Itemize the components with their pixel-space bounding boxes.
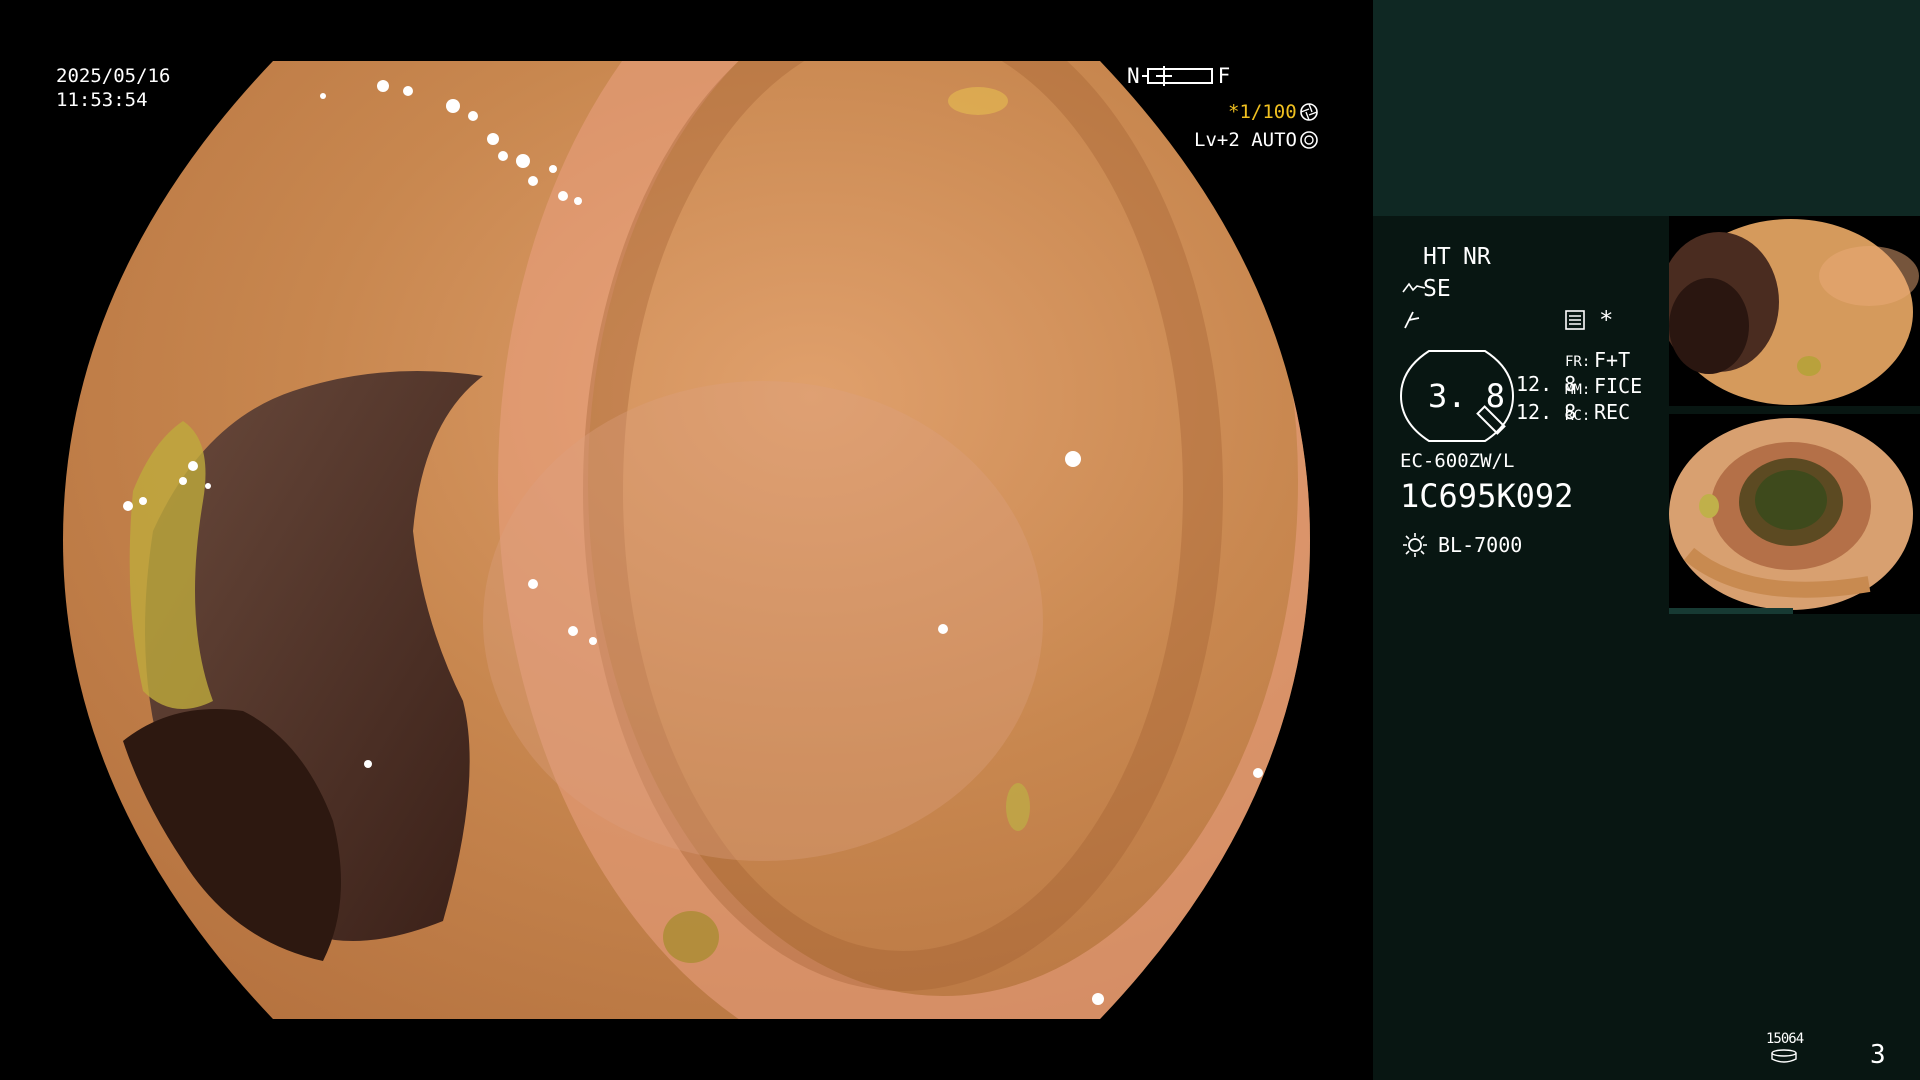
fr-label: FR: [1565, 354, 1591, 370]
thumbnail-2-image [1669, 414, 1920, 614]
panel-header-area [1373, 0, 1920, 216]
document-list-icon [1565, 310, 1585, 330]
se-label: SE [1423, 276, 1451, 302]
counter-label: 15064 [1766, 1031, 1804, 1047]
thumbnail-1[interactable] [1669, 216, 1920, 406]
info-panel: HT NR SE * 3. 8 12. 8 12. 8 FR: F+T MM: … [1373, 0, 1920, 1080]
near-far-indicator: N F [1127, 64, 1230, 88]
shutter-row: *1/100 [1228, 100, 1319, 124]
near-label: N [1127, 64, 1140, 88]
thumbnail-strip [1669, 608, 1793, 614]
endoscopic-image [63, 61, 1310, 1019]
rc-value: REC [1594, 400, 1631, 424]
page-number: 3 [1870, 1040, 1886, 1070]
shutter-label: *1/100 [1228, 101, 1297, 123]
level-row: Lv+2 AUTO [1194, 128, 1319, 152]
light-source-icon [1403, 533, 1427, 557]
colon-lumen-image [63, 61, 1310, 1019]
nr-label: NR [1463, 244, 1491, 270]
mm-label: MM: [1565, 382, 1591, 398]
asterisk-label: * [1599, 306, 1614, 334]
thumbnail-2[interactable] [1669, 414, 1920, 614]
level-label: Lv+2 AUTO [1194, 129, 1297, 151]
thumbnail-1-image [1669, 216, 1920, 406]
scope-serial: 1C695K092 [1400, 477, 1574, 515]
rc-label: RC: [1565, 408, 1591, 424]
endoscope-main-view: 2025/05/16 11:53:54 N F *1/100 Lv+2 AUTO [0, 0, 1373, 1080]
date-label: 2025/05/16 [56, 65, 171, 87]
focus-bar [1141, 66, 1213, 86]
magnification-value: 3. 8 [1428, 377, 1506, 415]
fr-value: F+T [1594, 348, 1631, 372]
storage-icon [1771, 1049, 1797, 1063]
time-label: 11:53:54 [56, 89, 148, 111]
scope-model: EC-600ZW/L [1400, 450, 1515, 472]
mm-value: FICE [1594, 374, 1643, 398]
ht-label: HT [1423, 244, 1451, 270]
auto-iris-icon [1300, 131, 1318, 149]
light-source-label: BL-7000 [1438, 533, 1523, 557]
aperture-icon [1299, 103, 1318, 121]
far-label: F [1217, 64, 1231, 88]
cut-icon [1404, 311, 1420, 329]
